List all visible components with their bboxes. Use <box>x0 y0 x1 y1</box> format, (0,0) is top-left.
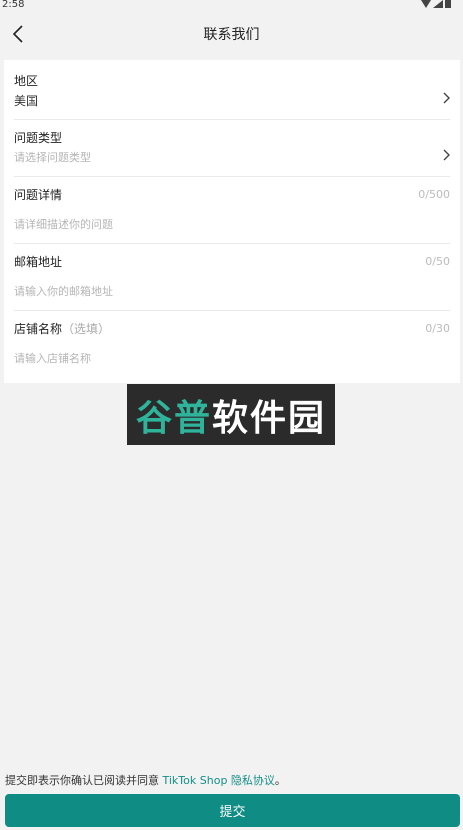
privacy-policy-link[interactable]: TikTok Shop 隐私协议 <box>163 774 275 787</box>
signal-icon <box>433 0 443 8</box>
shop-name-input[interactable]: 请输入店铺名称 <box>14 350 91 366</box>
region-label: 地区 <box>14 74 39 88</box>
divider <box>14 176 450 177</box>
watermark-text: 谷普软件园 <box>136 389 326 441</box>
email-label: 邮箱地址 <box>14 255 63 269</box>
divider <box>14 243 450 244</box>
email-field[interactable]: 邮箱地址 0/50 请输入你的邮箱地址 <box>14 253 450 309</box>
agreement-text: 提交即表示你确认已阅读并同意 TikTok Shop 隐私协议。 <box>5 772 286 788</box>
region-field[interactable]: 地区 美国 <box>14 72 450 118</box>
status-bar: 2:58 <box>0 0 463 12</box>
shop-name-counter: 0/30 <box>425 322 450 335</box>
watermark-accent: 谷普 <box>135 397 212 439</box>
wifi-icon <box>421 0 431 8</box>
header: 联系我们 <box>0 12 463 56</box>
email-counter: 0/50 <box>425 255 450 268</box>
divider <box>14 119 450 120</box>
shop-name-label: 店铺名称（选填） <box>14 320 110 337</box>
issue-detail-input[interactable]: 请详细描述你的问题 <box>14 216 113 232</box>
watermark-rest: 软件园 <box>212 397 327 439</box>
battery-icon <box>445 0 451 8</box>
optional-hint: （选填） <box>62 322 111 336</box>
submit-button[interactable]: 提交 <box>5 794 460 827</box>
chevron-right-icon <box>443 149 450 161</box>
watermark-logo: 谷普软件园 <box>127 384 335 445</box>
issue-detail-field[interactable]: 问题详情 0/500 请详细描述你的问题 <box>14 186 450 242</box>
agreement-prefix: 提交即表示你确认已阅读并同意 <box>5 774 163 787</box>
region-value: 美国 <box>14 94 39 108</box>
issue-detail-counter: 0/500 <box>418 188 450 201</box>
divider <box>14 310 450 311</box>
issue-type-field[interactable]: 问题类型 请选择问题类型 <box>14 129 450 175</box>
contact-form: 地区 美国 问题类型 请选择问题类型 问题详情 0/500 请详细描述你的问题 … <box>4 60 460 383</box>
status-time: 2:58 <box>2 0 25 10</box>
shop-name-label-text: 店铺名称 <box>14 322 63 336</box>
email-input[interactable]: 请输入你的邮箱地址 <box>14 283 113 299</box>
agreement-suffix: 。 <box>274 774 286 787</box>
shop-name-field[interactable]: 店铺名称（选填） 0/30 请输入店铺名称 <box>14 320 450 376</box>
chevron-right-icon <box>443 92 450 104</box>
issue-type-placeholder: 请选择问题类型 <box>14 151 91 164</box>
status-icons <box>421 0 451 10</box>
issue-detail-label: 问题详情 <box>14 188 63 202</box>
issue-type-label: 问题类型 <box>14 131 63 145</box>
page-title: 联系我们 <box>203 27 260 43</box>
